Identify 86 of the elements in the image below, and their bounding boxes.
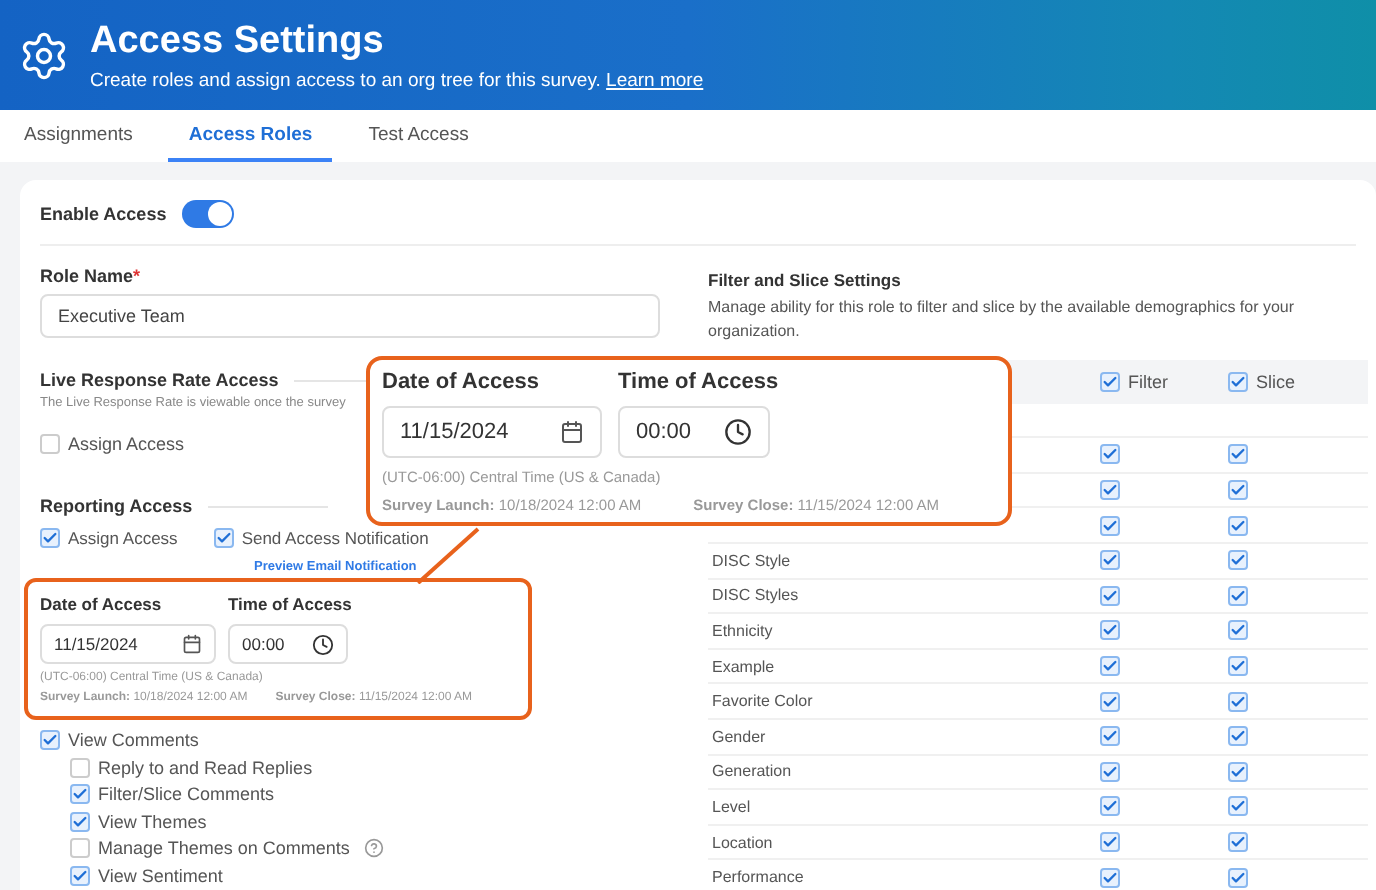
section-title: Reporting Access <box>40 496 193 516</box>
time-label: Time of Access <box>228 594 352 614</box>
checkbox[interactable] <box>40 434 60 454</box>
checkbox[interactable] <box>1228 585 1248 606</box>
checkbox[interactable] <box>1100 726 1120 747</box>
table-cell-text: Performance <box>710 868 806 887</box>
checkbox[interactable] <box>1228 796 1248 817</box>
checkbox[interactable] <box>1100 372 1120 393</box>
table-cell-text: DISC Style <box>710 551 793 570</box>
clock-icon <box>724 418 752 446</box>
checkbox[interactable] <box>1228 726 1248 747</box>
checkbox[interactable] <box>40 528 60 548</box>
table-cell-text: Favorite Color <box>710 692 815 711</box>
checkbox[interactable] <box>1228 620 1248 641</box>
checkbox[interactable] <box>213 528 234 548</box>
checkbox-label: Reply to and Read Replies <box>98 757 313 778</box>
checkbox[interactable] <box>1100 620 1120 641</box>
table-cell-text: Example <box>710 657 777 676</box>
section-title: Live Response Rate Access <box>40 370 279 390</box>
tab[interactable]: Assignments <box>4 110 153 162</box>
checkbox[interactable] <box>1228 691 1248 712</box>
section-title: Filter and Slice Settings <box>708 270 903 290</box>
table-cell-text: Level <box>710 797 753 816</box>
table-cell-text: Generation <box>710 762 794 781</box>
checkbox-label: View Themes <box>98 811 207 832</box>
checkbox[interactable] <box>1228 515 1248 536</box>
checkbox[interactable] <box>1100 515 1120 536</box>
checkbox[interactable] <box>1100 550 1120 571</box>
date-field[interactable]: 11/15/2024 <box>40 624 216 664</box>
calendar-icon <box>182 634 202 654</box>
date-label: Date of Access <box>40 594 164 614</box>
column-header: Filter <box>1128 372 1168 393</box>
time-field[interactable]: 00:00 <box>618 406 770 458</box>
table-cell-text: Ethnicity <box>710 621 775 640</box>
checkbox-label: View Sentiment <box>98 865 223 886</box>
table-cell-text: Gender <box>710 727 768 746</box>
checkbox[interactable] <box>1100 480 1120 501</box>
checkbox[interactable] <box>1228 832 1248 853</box>
time-label: Time of Access <box>618 370 779 394</box>
checkbox-label: Assign Access <box>68 528 178 548</box>
checkbox[interactable] <box>70 865 90 886</box>
date-field[interactable]: 11/15/2024 <box>382 406 602 458</box>
checkbox[interactable] <box>1100 585 1120 606</box>
checkbox[interactable] <box>40 730 60 750</box>
checkbox[interactable] <box>1228 550 1248 571</box>
checkbox[interactable] <box>70 838 90 859</box>
clock-icon <box>312 633 334 655</box>
checkbox[interactable] <box>1100 691 1120 712</box>
checkbox[interactable] <box>1228 444 1248 465</box>
learn-more-link[interactable]: Learn more <box>606 69 704 91</box>
checkbox-label: Assign Access <box>68 434 185 454</box>
calendar-icon <box>560 420 584 444</box>
date-label: Date of Access <box>382 370 541 394</box>
checkbox-label: Manage Themes on Comments <box>98 838 350 859</box>
checkbox[interactable] <box>1100 867 1120 888</box>
enable-access-label: Enable Access <box>40 204 167 224</box>
table-cell-text: DISC Styles <box>710 586 801 605</box>
settings-icon <box>18 29 70 81</box>
page-title: Access Settings <box>90 19 386 63</box>
checkbox[interactable] <box>1228 761 1248 782</box>
role-name-label: Role Name* <box>40 266 143 286</box>
tab[interactable]: Test Access <box>348 110 489 162</box>
checkbox[interactable] <box>70 811 90 832</box>
help-icon[interactable] <box>363 838 384 859</box>
checkbox[interactable] <box>1228 480 1248 501</box>
checkbox[interactable] <box>1100 761 1120 782</box>
checkbox[interactable] <box>1100 832 1120 853</box>
checkbox[interactable] <box>1228 372 1248 393</box>
table-cell-text: Location <box>710 833 775 852</box>
checkbox-label: View Comments <box>68 730 199 750</box>
time-field[interactable]: 00:00 <box>228 624 348 664</box>
checkbox-label: Filter/Slice Comments <box>98 784 275 805</box>
checkbox[interactable] <box>70 757 90 778</box>
page-subtitle: Create roles and assign access to an org tree for this survey. Learn more <box>90 69 704 91</box>
checkbox-label: Send Access Notification <box>241 528 429 548</box>
checkbox[interactable] <box>70 784 90 805</box>
toggle-switch[interactable] <box>182 200 235 228</box>
column-header: Slice <box>1256 372 1296 393</box>
checkbox[interactable] <box>1100 444 1120 465</box>
role-name-field[interactable]: Executive Team <box>40 294 660 338</box>
section-description: Manage ability for this role to filter and slice by the available demographics for your organization. <box>708 296 1297 343</box>
checkbox[interactable] <box>1228 867 1248 888</box>
checkbox[interactable] <box>1100 656 1120 677</box>
checkbox[interactable] <box>1100 796 1120 817</box>
tab[interactable]: Access Roles <box>168 110 333 162</box>
checkbox[interactable] <box>1228 656 1248 677</box>
